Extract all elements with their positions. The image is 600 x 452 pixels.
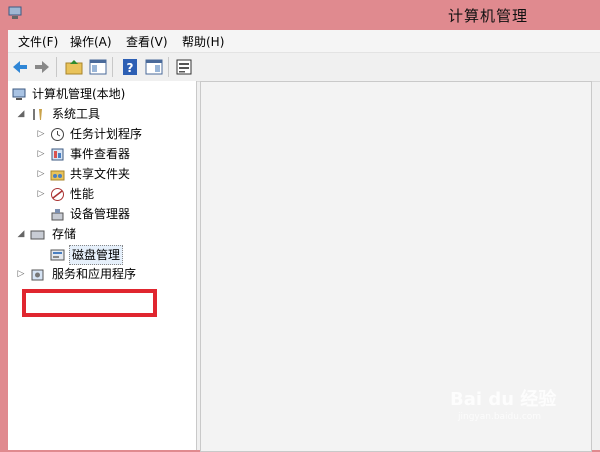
collapsed-arrow-icon[interactable]: ▷: [36, 185, 46, 203]
back-arrow-icon[interactable]: [10, 57, 30, 77]
tree-item-shared-folders[interactable]: ▷ 共享文件夹: [36, 165, 186, 183]
watermark-logo: Bai du 经验: [450, 389, 557, 410]
help-icon[interactable]: ?: [120, 57, 140, 77]
menu-view[interactable]: 查看(V): [126, 33, 168, 50]
computer-icon: [12, 88, 26, 100]
toolbar-separator: [56, 57, 57, 77]
collapsed-arrow-icon[interactable]: ▷: [36, 165, 46, 183]
storage-icon: [30, 230, 45, 240]
highlight-annotation: [22, 289, 157, 317]
tree-item-root[interactable]: 计算机管理(本地): [10, 85, 190, 103]
expanded-arrow-icon[interactable]: ◢: [16, 225, 26, 243]
tree-item-device-manager[interactable]: 设备管理器: [36, 205, 186, 223]
tree-item-system-tools[interactable]: ◢ 系统工具: [16, 105, 186, 123]
tree-item-label: 服务和应用程序: [52, 267, 137, 281]
tree-item-label: 磁盘管理: [69, 245, 124, 265]
services-icon: [31, 269, 44, 281]
menu-action[interactable]: 操作(A): [70, 33, 112, 50]
toolbar-separator: [168, 57, 169, 77]
expanded-arrow-icon[interactable]: ◢: [16, 105, 26, 123]
title-bar: 计算机管理: [0, 0, 600, 30]
tree-item-services-apps[interactable]: ▷ 服务和应用程序: [16, 265, 186, 283]
toolbar-separator: [112, 57, 113, 77]
tree-item-label: 计算机管理(本地): [32, 87, 126, 101]
up-folder-icon[interactable]: [64, 57, 84, 77]
show-action-pane-icon[interactable]: [144, 57, 164, 77]
tree-item-label: 性能: [70, 187, 95, 201]
tree-item-task-scheduler[interactable]: ▷ 任务计划程序: [36, 125, 186, 143]
device-manager-icon: [51, 209, 64, 221]
shared-folder-icon: [50, 170, 65, 181]
tree-item-performance[interactable]: ▷ 性能: [36, 185, 186, 203]
collapsed-arrow-icon[interactable]: ▷: [16, 265, 26, 283]
navigation-tree: 计算机管理(本地) ◢ 系统工具 ▷ 任务计划程序 ▷ 事件查看器 ▷ 共享文件…: [8, 81, 197, 450]
tree-item-label: 任务计划程序: [70, 127, 143, 141]
tree-item-label: 共享文件夹: [70, 167, 131, 181]
tree-item-storage[interactable]: ◢ 存储: [16, 225, 186, 243]
menu-file[interactable]: 文件(F): [18, 33, 58, 50]
event-viewer-icon: [51, 148, 64, 161]
collapsed-arrow-icon[interactable]: ▷: [36, 145, 46, 163]
properties-icon[interactable]: [174, 57, 194, 77]
tree-item-label: 系统工具: [52, 107, 101, 121]
computer-management-icon: [8, 6, 22, 19]
svg-text:?: ?: [127, 61, 134, 75]
clock-icon: [51, 128, 64, 141]
show-hide-tree-icon[interactable]: [88, 57, 108, 77]
tree-item-event-viewer[interactable]: ▷ 事件查看器: [36, 145, 186, 163]
collapsed-arrow-icon[interactable]: ▷: [36, 125, 46, 143]
forward-arrow-icon[interactable]: [32, 57, 52, 77]
toolbar: ?: [8, 52, 600, 82]
watermark-url: jingyan.baidu.com: [458, 412, 542, 422]
tree-item-label: 事件查看器: [70, 147, 131, 161]
performance-icon: [51, 188, 64, 201]
tree-item-disk-management[interactable]: 磁盘管理: [36, 245, 186, 265]
tools-icon: [33, 109, 42, 120]
tree-item-label: 存储: [52, 227, 77, 241]
menu-bar: 文件(F) 操作(A) 查看(V) 帮助(H): [8, 30, 600, 52]
menu-help[interactable]: 帮助(H): [182, 33, 224, 50]
disk-management-icon: [50, 249, 65, 261]
tree-item-label: 设备管理器: [70, 207, 131, 221]
window-title: 计算机管理: [448, 7, 529, 25]
